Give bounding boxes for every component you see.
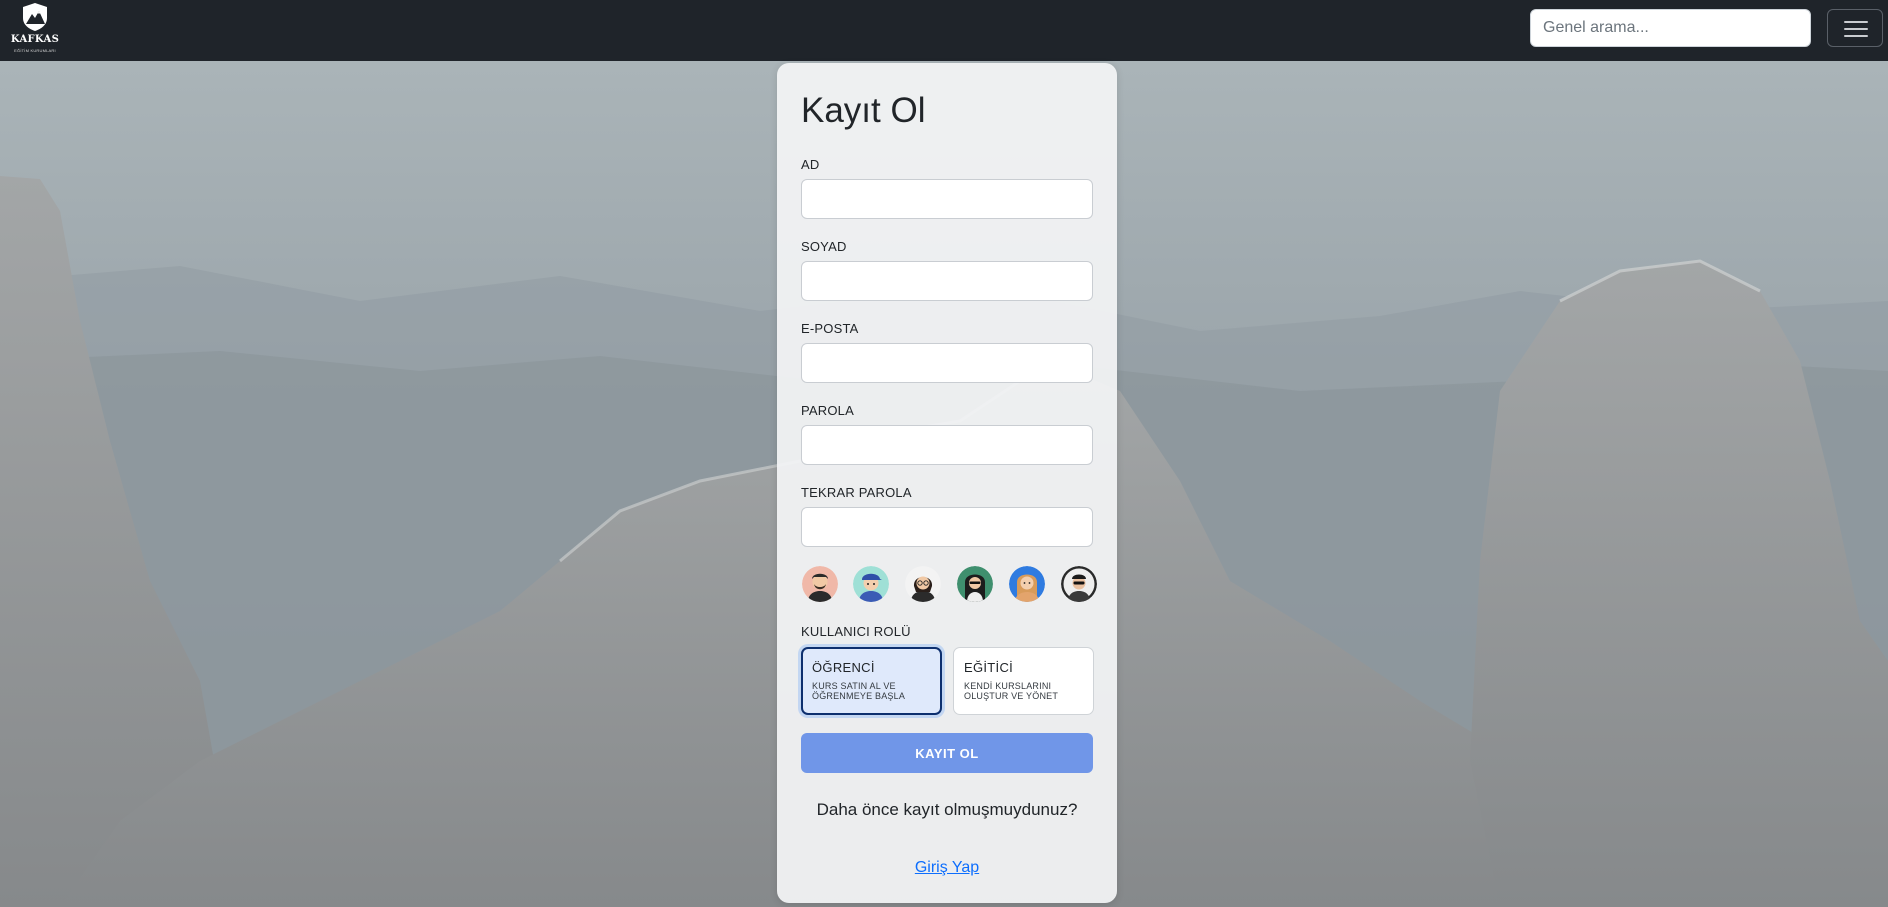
role-option-student[interactable]: ÖĞRENCİ KURS SATIN AL VE ÖĞRENMEYE BAŞLA <box>801 647 942 715</box>
role-student-title: ÖĞRENCİ <box>812 660 875 675</box>
hamburger-icon <box>1844 21 1868 23</box>
login-link[interactable]: Giriş Yap <box>777 859 1117 877</box>
role-instructor-title: EĞİTİCİ <box>964 660 1014 675</box>
role-instructor-description: KENDİ KURSLARINI OLUŞTUR VE YÖNET <box>964 681 1059 701</box>
avatar-woman-blonde-icon[interactable] <box>1009 566 1045 602</box>
top-navbar: KAFKAS EĞİTİM KURUMLARI <box>0 0 1888 61</box>
register-button[interactable]: KAYIT OL <box>801 733 1093 773</box>
page-title: Kayıt Ol <box>801 91 926 130</box>
brand-name: KAFKAS <box>10 34 60 45</box>
first-name-input[interactable] <box>801 179 1093 219</box>
last-name-input[interactable] <box>801 261 1093 301</box>
email-input[interactable] <box>801 343 1093 383</box>
password-input[interactable] <box>801 425 1093 465</box>
avatar-woman-glasses-icon[interactable] <box>905 566 941 602</box>
first-name-label: AD <box>801 157 820 172</box>
password-confirm-label: TEKRAR PAROLA <box>801 485 912 500</box>
login-prompt-text: Daha önce kayıt olmuşmuydunuz? <box>816 800 1078 819</box>
password-label: PAROLA <box>801 403 854 418</box>
avatar-boy-cap-icon[interactable] <box>853 566 889 602</box>
search-input[interactable] <box>1530 9 1811 47</box>
avatar-woman-dark-hair-icon[interactable] <box>957 566 993 602</box>
mountain-shield-icon <box>23 3 47 31</box>
avatar-man-beard-icon[interactable] <box>802 566 838 602</box>
menu-toggle-button[interactable] <box>1827 9 1883 47</box>
email-label: E-POSTA <box>801 321 859 336</box>
brand-subtitle: EĞİTİM KURUMLARI <box>14 48 56 53</box>
role-student-description: KURS SATIN AL VE ÖĞRENMEYE BAŞLA <box>812 681 906 701</box>
brand-logo[interactable]: KAFKAS EĞİTİM KURUMLARI <box>8 2 62 58</box>
last-name-label: SOYAD <box>801 239 847 254</box>
role-option-instructor[interactable]: EĞİTİCİ KENDİ KURSLARINI OLUŞTUR VE YÖNE… <box>953 647 1094 715</box>
user-role-label: KULLANICI ROLÜ <box>801 624 911 639</box>
avatar-man-sunglasses-icon[interactable] <box>1061 566 1097 602</box>
register-card: Kayıt Ol AD SOYAD E-POSTA PAROLA TEKRAR … <box>777 63 1117 903</box>
password-confirm-input[interactable] <box>801 507 1093 547</box>
avatar-picker <box>801 566 1097 606</box>
